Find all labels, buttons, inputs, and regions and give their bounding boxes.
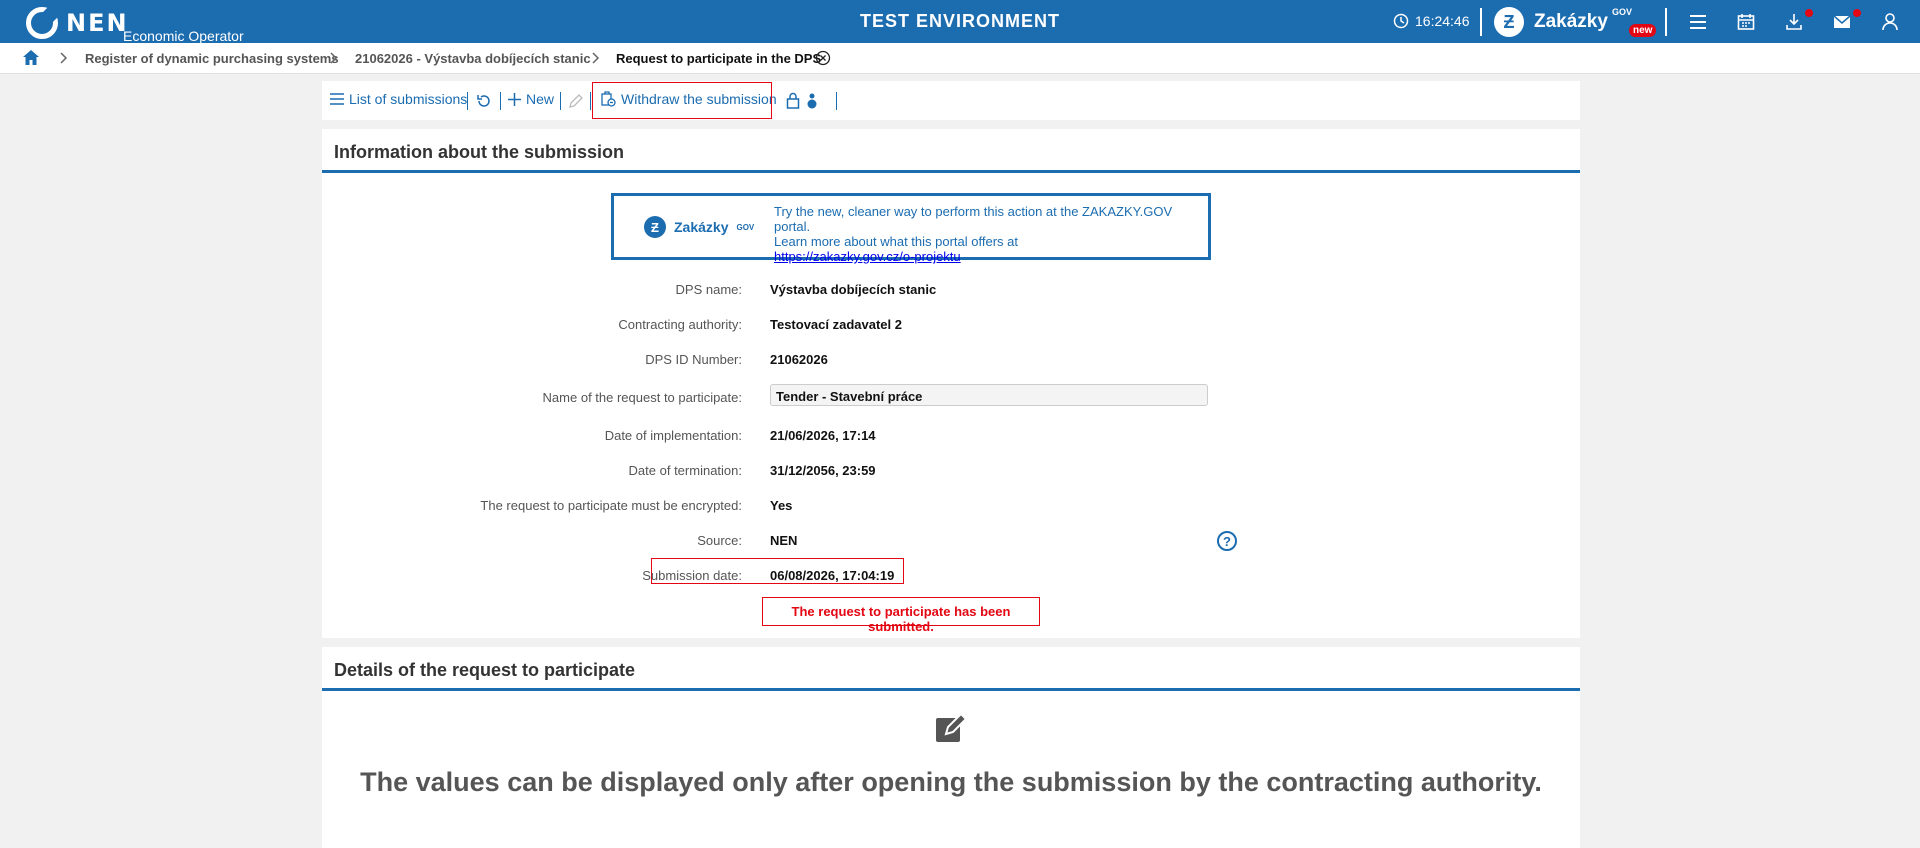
field-row: The request to participate must be encry… (322, 496, 1580, 516)
empty-state-message: The values can be displayed only after o… (360, 767, 1542, 797)
request-name-field[interactable]: Tender - Stavební práce (770, 384, 1208, 406)
field-value: NEN (770, 533, 798, 548)
field-row: Name of the request to participate: Tend… (322, 384, 1580, 408)
user-icon[interactable] (1880, 12, 1900, 32)
field-value: Yes (770, 498, 793, 513)
field-label: The request to participate must be encry… (480, 498, 742, 513)
mail-notification-dot (1853, 9, 1861, 17)
banner-line-1: Try the new, cleaner way to perform this… (774, 204, 1173, 234)
field-value: Výstavba dobíjecích stanic (770, 282, 937, 297)
plus-icon (508, 92, 521, 106)
mail-icon[interactable] (1832, 12, 1852, 32)
field-label: Date of implementation: (604, 428, 742, 443)
toolbar-divider (560, 92, 561, 110)
download-notification-dot (1805, 9, 1813, 17)
session-clock: 16:24:46 (1393, 13, 1470, 29)
clock-time: 16:24:46 (1415, 13, 1470, 29)
field-label: Source: (697, 533, 742, 548)
field-value: 21/06/2026, 17:14 (770, 428, 876, 443)
field-label: Submission date: (642, 568, 742, 583)
new-button[interactable]: New (508, 91, 554, 107)
refresh-icon[interactable] (476, 93, 492, 109)
menu-icon[interactable] (1688, 12, 1708, 32)
banner-logo-gov: GOV (736, 222, 755, 232)
logo-subtitle: Economic Operator (123, 28, 244, 44)
zakazky-gov-link[interactable]: Ƶ Zakázky GOV new (1494, 6, 1657, 38)
field-label: Name of the request to participate: (542, 390, 742, 405)
toolbar: List of submissions New Withdraw the sub… (322, 81, 1580, 120)
list-of-submissions-label: List of submissions (349, 91, 468, 107)
toolbar-divider (500, 92, 501, 110)
home-icon[interactable] (22, 49, 40, 66)
toolbar-divider (590, 92, 591, 110)
zakazky-promo-banner: Ƶ Zakázky GOV Try the new, cleaner way t… (611, 193, 1211, 264)
new-badge: new (1629, 24, 1657, 37)
zakazky-gov-sup: GOV (1611, 7, 1632, 17)
submission-status-message: The request to participate has been subm… (762, 597, 1040, 634)
breadcrumb-item-current: Request to participate in the DPS (616, 51, 822, 66)
encryption-key-icon (807, 93, 817, 109)
field-value: 06/08/2026, 17:04:19 (770, 568, 895, 583)
lock-icon (786, 92, 800, 109)
information-panel: Information about the submission Ƶ Zakáz… (322, 129, 1580, 638)
field-row: Submission date: 06/08/2026, 17:04:19 (322, 558, 1580, 586)
clock-icon (1393, 13, 1409, 29)
details-panel: Details of the request to participate Th… (322, 647, 1580, 848)
list-icon (330, 93, 344, 105)
panel-title: Details of the request to participate (334, 660, 636, 680)
list-of-submissions-button[interactable]: List of submissions (330, 91, 467, 107)
field-value: 31/12/2056, 23:59 (770, 463, 876, 478)
edit-note-icon (936, 712, 966, 742)
calendar-icon[interactable] (1736, 12, 1756, 32)
field-row: Date of implementation: 21/06/2026, 17:1… (322, 426, 1580, 446)
banner-link[interactable]: https://zakazky.gov.cz/o-projektu (774, 249, 961, 264)
chevron-right-icon (592, 52, 600, 64)
field-label: Date of termination: (628, 463, 742, 478)
field-label: DPS ID Number: (645, 352, 742, 367)
panel-divider (322, 688, 1580, 691)
breadcrumb-item-dps[interactable]: 21062026 - Výstavba dobíjecích stanic (355, 51, 591, 66)
field-row: DPS name: Výstavba dobíjecích stanic (322, 280, 1580, 300)
field-row: Date of termination: 31/12/2056, 23:59 (322, 461, 1580, 481)
edit-pencil-icon (569, 94, 583, 108)
divider (1480, 8, 1482, 36)
zakazky-logo-icon: Ƶ (1494, 7, 1524, 37)
nen-logo-icon (26, 7, 58, 39)
chevron-right-icon (330, 52, 338, 64)
banner-logo-label: Zakázky (674, 219, 729, 235)
chevron-right-icon (60, 52, 68, 64)
withdraw-highlight-frame (592, 82, 772, 119)
breadcrumb-item-dps-register[interactable]: Register of dynamic purchasing systems (85, 51, 339, 66)
divider (1665, 8, 1667, 36)
download-icon[interactable] (1784, 12, 1804, 32)
field-label: Contracting authority: (618, 317, 742, 332)
field-row: Contracting authority: Testovací zadavat… (322, 315, 1580, 335)
new-label: New (526, 91, 555, 107)
field-label: DPS name: (675, 282, 742, 297)
banner-line-2: Learn more about what this portal offers… (774, 234, 1019, 249)
breadcrumb: Register of dynamic purchasing systems 2… (0, 43, 1920, 74)
field-value: 21062026 (770, 352, 828, 367)
zakazky-label: Zakázky (1534, 11, 1608, 32)
zakazky-logo-icon: Ƶ (644, 216, 666, 238)
field-value: Testovací zadavatel 2 (770, 317, 902, 332)
panel-title: Information about the submission (334, 142, 625, 162)
banner-text: Try the new, cleaner way to perform this… (774, 204, 1208, 264)
toolbar-divider (467, 92, 468, 110)
banner-logo: Ƶ Zakázky GOV (644, 216, 754, 238)
field-row: DPS ID Number: 21062026 (322, 350, 1580, 370)
help-icon[interactable]: ? (1217, 531, 1237, 551)
close-tab-icon[interactable] (815, 50, 831, 66)
toolbar-divider (836, 92, 837, 110)
logo-text: NEN (66, 9, 129, 37)
field-row: Source: NEN ? (322, 531, 1580, 551)
top-bar: NEN Economic Operator TEST ENVIRONMENT 1… (0, 0, 1920, 44)
panel-divider (322, 170, 1580, 173)
